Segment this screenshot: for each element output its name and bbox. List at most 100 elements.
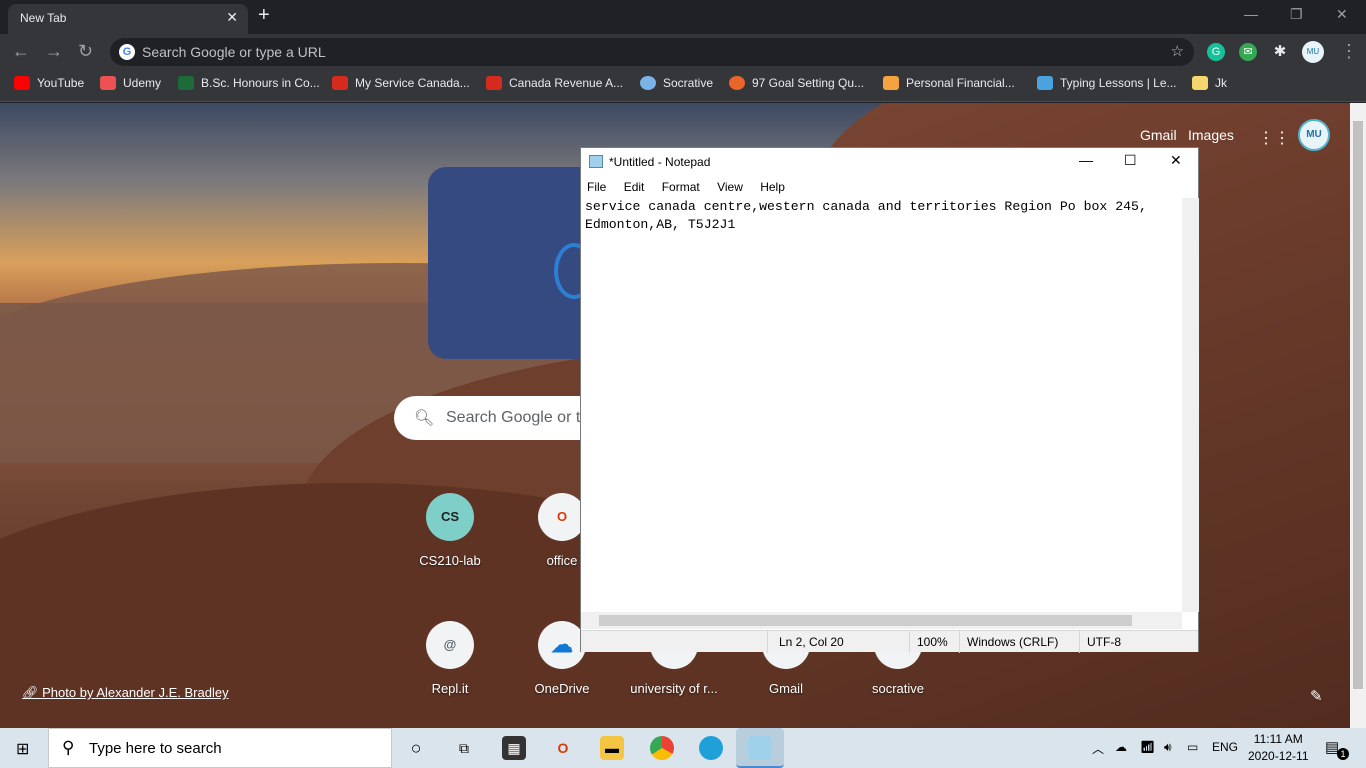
office-icon[interactable]: O: [551, 736, 575, 760]
notepad-text-area[interactable]: service canada centre,western canada and…: [581, 198, 1182, 612]
ntp-search-box[interactable]: 🔍︎ Search Google or t: [394, 396, 594, 440]
chrome-menu-icon[interactable]: ⋮: [1340, 41, 1358, 62]
notepad-icon: [589, 155, 603, 168]
omnibox[interactable]: G Search Google or type a URL ☆: [110, 38, 1194, 66]
input-language[interactable]: ENG: [1212, 740, 1238, 754]
maple-leaf-icon: [486, 76, 502, 90]
battery-icon[interactable]: ▭: [1187, 740, 1198, 754]
notepad-vertical-scrollbar[interactable]: [1182, 198, 1199, 612]
scrollbar-thumb[interactable]: [1353, 121, 1363, 689]
finance-icon: [883, 76, 899, 90]
page-scrollbar[interactable]: [1350, 103, 1366, 728]
minimize-icon[interactable]: —: [1244, 6, 1258, 22]
maximize-icon[interactable]: ☐: [1124, 152, 1137, 169]
photo-credit-link[interactable]: 🔗︎ Photo by Alexander J.E. Bradley: [22, 685, 229, 701]
back-icon[interactable]: ←: [12, 41, 30, 62]
close-icon[interactable]: ✕: [1170, 152, 1182, 169]
system-clock[interactable]: 11:11 AM 2020-12-11: [1248, 731, 1309, 765]
bookmark-bsc-honours[interactable]: B.Sc. Honours in Co...: [178, 76, 320, 90]
menu-format[interactable]: Format: [662, 180, 700, 194]
microsoft-store-icon[interactable]: ▦: [502, 736, 526, 760]
show-hidden-icons-icon[interactable]: ︿: [1092, 740, 1104, 757]
clock-time: 11:11 AM: [1253, 732, 1303, 746]
bookmark-star-icon[interactable]: ☆: [1171, 42, 1184, 60]
google-icon: G: [119, 44, 135, 60]
gmail-link[interactable]: Gmail: [1140, 127, 1177, 143]
browser-toolbar: ← → ↻ G Search Google or type a URL ☆ G …: [0, 34, 1366, 70]
menu-help[interactable]: Help: [760, 180, 785, 194]
extensions-puzzle-icon[interactable]: ✱: [1271, 43, 1289, 61]
minimize-icon[interactable]: —: [1079, 152, 1093, 168]
onedrive-icon[interactable]: ☁: [1115, 740, 1127, 754]
volume-icon[interactable]: 🔊︎: [1164, 740, 1172, 755]
forward-icon[interactable]: →: [45, 41, 63, 62]
google-doodle[interactable]: [428, 167, 594, 359]
reload-icon[interactable]: ↻: [78, 41, 93, 62]
tab-new-tab[interactable]: New Tab ✕: [8, 4, 248, 34]
account-avatar[interactable]: MU: [1298, 119, 1330, 151]
bookmark-canada-revenue[interactable]: Canada Revenue A...: [486, 76, 623, 90]
omnibox-placeholder: Search Google or type a URL: [142, 44, 326, 60]
notepad-window: *Untitled - Notepad — ☐ ✕ File Edit Form…: [580, 147, 1199, 653]
customize-pencil-icon[interactable]: ✎: [1310, 687, 1323, 705]
shortcut-label: Gmail: [769, 681, 803, 696]
task-view-icon[interactable]: ⧉: [452, 736, 476, 760]
chrome-icon[interactable]: [650, 736, 674, 760]
bookmark-udemy[interactable]: Udemy: [100, 76, 161, 90]
wifi-icon[interactable]: 📶︎: [1140, 740, 1155, 754]
status-divider: [767, 631, 768, 653]
google-apps-icon[interactable]: ⋮⋮: [1258, 128, 1290, 147]
notepad-horizontal-scrollbar[interactable]: [581, 612, 1182, 629]
bookmark-goal-setting[interactable]: 97 Goal Setting Qu...: [729, 76, 864, 90]
cortana-icon[interactable]: ○: [404, 736, 428, 760]
notepad-statusbar: Ln 2, Col 20 100% Windows (CRLF) UTF-8: [581, 630, 1198, 653]
menu-edit[interactable]: Edit: [624, 180, 645, 194]
restore-icon[interactable]: ❐: [1290, 6, 1303, 23]
status-divider: [959, 631, 960, 653]
ntp-search-placeholder: Search Google or t: [446, 409, 581, 426]
bookmark-youtube[interactable]: YouTube: [14, 76, 84, 90]
bookmark-folder-jk[interactable]: Jk: [1192, 76, 1227, 90]
scrollbar-thumb[interactable]: [599, 615, 1132, 626]
shortcut-label: Repl.it: [431, 681, 469, 696]
new-tab-button[interactable]: +: [258, 4, 270, 27]
edge-icon[interactable]: [699, 736, 723, 760]
menu-view[interactable]: View: [717, 180, 743, 194]
shortcut-cs210-lab[interactable]: CS CS210-lab: [395, 493, 505, 568]
replit-icon: @: [426, 621, 474, 669]
bookmark-typing-lessons[interactable]: Typing Lessons | Le...: [1037, 76, 1177, 90]
status-divider: [1079, 631, 1080, 653]
search-icon: ⚲: [62, 738, 75, 757]
profile-avatar[interactable]: MU: [1302, 41, 1324, 63]
shortcut-label: university of r...: [630, 681, 718, 696]
status-divider: [909, 631, 910, 653]
notepad-menubar: File Edit Format View Help: [581, 176, 1198, 198]
close-tab-icon[interactable]: ✕: [226, 9, 238, 26]
search-icon: 🔍︎: [414, 410, 435, 427]
close-window-icon[interactable]: ✕: [1336, 6, 1348, 23]
images-link[interactable]: Images: [1188, 127, 1234, 143]
notepad-icon: [748, 736, 772, 760]
mail-extension-icon[interactable]: ✉: [1239, 43, 1257, 61]
bookmark-personal-financial[interactable]: Personal Financial...: [883, 76, 1015, 90]
bookmark-my-service-canada[interactable]: My Service Canada...: [332, 76, 470, 90]
file-explorer-icon[interactable]: ▬: [600, 736, 624, 760]
bookmark-socrative[interactable]: Socrative: [640, 76, 713, 90]
folder-icon: [1192, 76, 1208, 90]
bookmarks-bar: YouTube Udemy B.Sc. Honours in Co... My …: [0, 70, 1366, 102]
shortcut-replit[interactable]: @ Repl.it: [395, 621, 505, 696]
onedrive-icon: ☁: [538, 621, 586, 669]
shortcut-label: office: [546, 553, 578, 568]
socrative-icon: [640, 76, 656, 90]
menu-file[interactable]: File: [587, 180, 606, 194]
grammarly-extension-icon[interactable]: G: [1207, 43, 1225, 61]
shortcut-label: OneDrive: [534, 681, 590, 696]
university-icon: [178, 76, 194, 90]
shortcut-label: CS210-lab: [419, 553, 481, 568]
notepad-titlebar[interactable]: *Untitled - Notepad — ☐ ✕: [581, 148, 1198, 176]
taskbar-search-box[interactable]: ⚲ Type here to search: [48, 728, 392, 768]
office-icon: O: [538, 493, 586, 541]
windows-start-icon[interactable]: ⊞: [16, 739, 29, 759]
notification-count-badge: 1: [1337, 748, 1349, 760]
notepad-title: *Untitled - Notepad: [609, 155, 711, 169]
